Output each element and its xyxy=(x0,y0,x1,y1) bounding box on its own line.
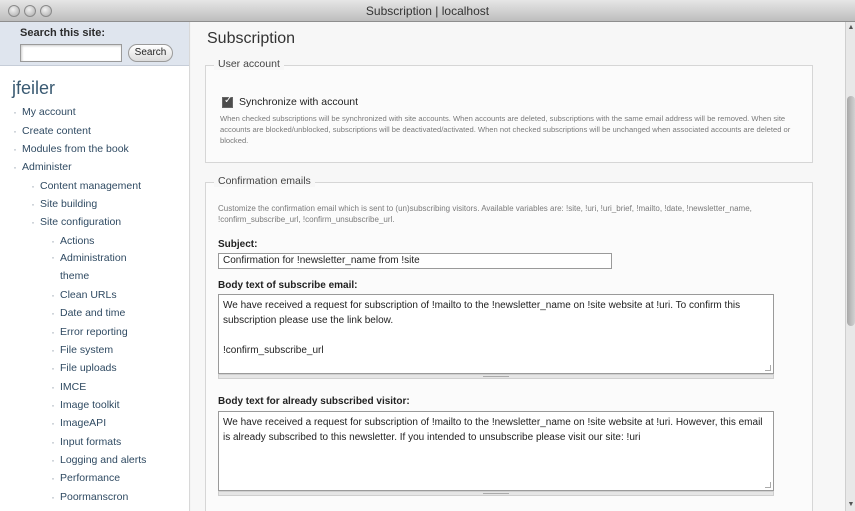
confirmation-emails-legend: Confirmation emails xyxy=(214,175,315,187)
sidebar: Search this site: Search jfeiler My acco… xyxy=(0,22,190,511)
search-label: Search this site: xyxy=(20,27,105,39)
search-button[interactable]: Search xyxy=(128,44,173,62)
nav-clean-urls[interactable]: Clean URLs xyxy=(51,288,117,302)
username-heading: jfeiler xyxy=(12,78,56,98)
nav-image-toolkit[interactable]: Image toolkit xyxy=(51,398,119,412)
nav-imageapi[interactable]: ImageAPI xyxy=(51,416,106,430)
nav-my-account[interactable]: My account xyxy=(13,105,76,119)
nav-create-content[interactable]: Create content xyxy=(13,124,91,138)
nav-actions[interactable]: Actions xyxy=(51,234,95,248)
nav-modules-from-book[interactable]: Modules from the book xyxy=(13,142,129,156)
nav-file-system[interactable]: File system xyxy=(51,343,113,357)
nav-site-building[interactable]: Site building xyxy=(31,197,97,211)
body-already-resize-icon[interactable] xyxy=(765,482,771,488)
user-account-fieldset: User account Synchronize with account Wh… xyxy=(205,58,813,163)
window-title: Subscription | localhost xyxy=(365,4,490,18)
nav-site-configuration[interactable]: Site configuration xyxy=(31,215,121,229)
search-input[interactable] xyxy=(20,44,122,62)
body-subscribe-resize-icon[interactable] xyxy=(765,365,771,371)
nav-logging-and-alerts[interactable]: Logging and alerts xyxy=(51,453,146,467)
user-account-legend: User account xyxy=(214,58,284,70)
nav-performance[interactable]: Performance xyxy=(51,471,120,485)
confirmation-emails-fieldset: Confirmation emails Customize the confir… xyxy=(205,175,813,511)
synchronize-label: Synchronize with account xyxy=(239,96,359,108)
nav-poormanscron[interactable]: Poormanscron xyxy=(51,490,128,504)
nav-content-management[interactable]: Content management xyxy=(31,179,141,193)
nav-file-uploads[interactable]: File uploads xyxy=(51,361,117,375)
main-content: Subscription User account Synchronize wi… xyxy=(191,22,845,511)
synchronize-description: When checked subscriptions will be synch… xyxy=(220,114,791,145)
body-subscribe-label: Body text of subscribe email: xyxy=(218,280,358,291)
nav-error-reporting[interactable]: Error reporting xyxy=(51,325,128,339)
confirmation-description: Customize the confirmation email which i… xyxy=(218,204,752,224)
body-already-label: Body text for already subscribed visitor… xyxy=(218,396,410,407)
scroll-thumb[interactable] xyxy=(847,96,855,326)
subject-input[interactable]: Confirmation for !newsletter_name from !… xyxy=(218,253,612,269)
nav-date-and-time[interactable]: Date and time xyxy=(51,306,125,320)
scroll-down-icon[interactable]: ▼ xyxy=(846,500,855,510)
vertical-scrollbar[interactable]: ▲ ▼ xyxy=(845,22,855,511)
nav-administration-theme[interactable]: Administration theme xyxy=(51,248,144,285)
nav-administer[interactable]: Administer xyxy=(13,160,72,174)
page-title: Subscription xyxy=(207,30,296,47)
title-bar: Subscription | localhost xyxy=(0,0,855,22)
browser-window: Subscription | localhost Search this sit… xyxy=(0,0,855,511)
nav-input-formats[interactable]: Input formats xyxy=(51,435,121,449)
body-already-textarea[interactable]: We have received a request for subscript… xyxy=(218,411,774,491)
search-block: Search this site: Search xyxy=(0,22,189,66)
body-already-grippie[interactable] xyxy=(218,491,774,496)
body-subscribe-textarea[interactable]: We have received a request for subscript… xyxy=(218,294,774,374)
body-subscribe-grippie[interactable] xyxy=(218,374,774,379)
subject-label: Subject: xyxy=(218,239,258,250)
synchronize-checkbox[interactable] xyxy=(222,95,233,108)
nav-imce[interactable]: IMCE xyxy=(51,380,86,394)
scroll-up-icon[interactable]: ▲ xyxy=(846,23,855,33)
